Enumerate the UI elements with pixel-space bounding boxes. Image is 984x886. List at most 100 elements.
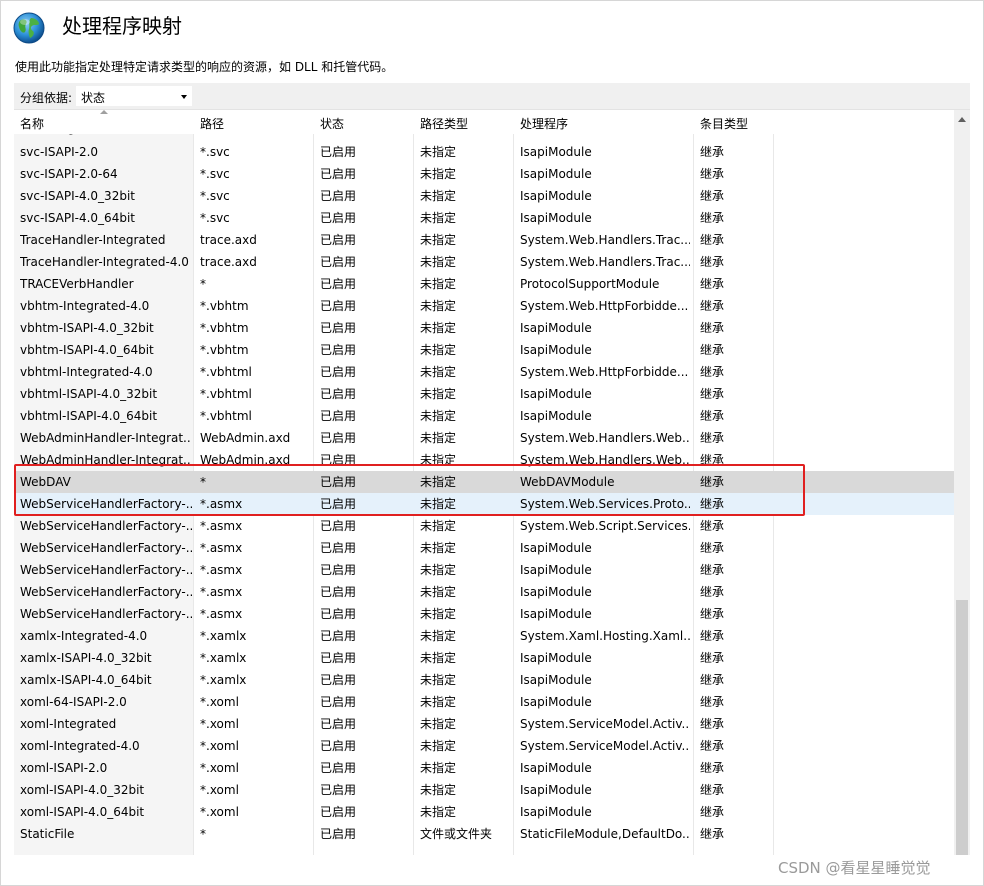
cell-path-type: 未指定 xyxy=(420,607,457,621)
cell-state: 已启用 xyxy=(320,277,357,291)
sort-ascending-icon xyxy=(100,110,108,114)
cell-state: 已启用 xyxy=(320,167,357,181)
table-row[interactable]: xamlx-ISAPI-4.0_32bit *.xamlx 已启用 未指定 IsapiM… xyxy=(14,647,954,669)
table-row[interactable]: svc-ISAPI-4.0_32bit *.svc 已启用 未指定 IsapiModul… xyxy=(14,185,954,207)
table-row[interactable]: svc-ISAPI-2.0 *.svc 已启用 未指定 IsapiModule 继承 xyxy=(14,141,954,163)
cell-name: xoml-Integrated-4.0 xyxy=(20,739,140,753)
cell-name: TRACEVerbHandler xyxy=(20,277,134,291)
cell-path-type: 未指定 xyxy=(420,233,457,247)
cell-path-type: 未指定 xyxy=(420,321,457,335)
cell-name: xoml-Integrated xyxy=(20,717,117,731)
table-row[interactable]: TraceHandler-Integrated-4.0 trace.axd 已启用 未… xyxy=(14,251,954,273)
table-row[interactable]: StaticFile * 已启用 文件或文件夹 StaticFileModule,Def… xyxy=(14,823,954,845)
cell-path: trace.axd xyxy=(200,255,257,269)
cell-path-type: 未指定 xyxy=(420,277,457,291)
table-row[interactable]: WebAdminHandler-Integrat... WebAdmin.axd 已… xyxy=(14,427,954,449)
cell-path: *.xoml xyxy=(200,761,239,775)
cell-path: *.asmx xyxy=(200,585,243,599)
cell-path: *.xoml xyxy=(200,739,239,753)
table-row[interactable]: xamlx-Integrated-4.0 *.xamlx 已启用 未指定 System.… xyxy=(14,625,954,647)
table-row[interactable]: vbhtm-Integrated-4.0 *.vbhtm 已启用 未指定 System.… xyxy=(14,295,954,317)
cell-handler: System.Web.Handlers.Trac... xyxy=(520,233,690,247)
cell-handler: IsapiModule xyxy=(520,695,592,709)
cell-path-type: 未指定 xyxy=(420,431,457,445)
scroll-thumb[interactable] xyxy=(956,600,968,855)
table-row[interactable]: xoml-Integrated-4.0 *.xoml 已启用 未指定 System.Se… xyxy=(14,735,954,757)
watermark: CSDN @看星星睡觉觉 xyxy=(778,859,931,877)
cell-path-type: 未指定 xyxy=(420,365,457,379)
cell-name: svc-ISAPI-4.0_32bit xyxy=(20,189,135,203)
table-row[interactable]: svc-ISAPI-4.0_64bit *.svc 已启用 未指定 IsapiModul… xyxy=(14,207,954,229)
cell-path-type: 未指定 xyxy=(420,343,457,357)
table-row[interactable]: xoml-Integrated *.xoml 已启用 未指定 System.Servic… xyxy=(14,713,954,735)
table-row[interactable]: vbhtm-ISAPI-4.0_64bit *.vbhtm 已启用 未指定 IsapiM… xyxy=(14,339,954,361)
table-row[interactable]: vbhtml-ISAPI-4.0_32bit *.vbhtml 已启用 未指定 Isap… xyxy=(14,383,954,405)
column-header-handler[interactable]: 处理程序 xyxy=(520,115,568,132)
cell-state: 已启用 xyxy=(320,365,357,379)
table-row[interactable]: TRACEVerbHandler * 已启用 未指定 ProtocolSupportMo… xyxy=(14,273,954,295)
cell-path-type: 未指定 xyxy=(420,717,457,731)
cell-entry-type: 继承 xyxy=(700,805,725,819)
cell-name: TraceHandler-Integrated-4.0 xyxy=(20,255,189,269)
table-row[interactable]: vbhtm-ISAPI-4.0_32bit *.vbhtm 已启用 未指定 IsapiM… xyxy=(14,317,954,339)
cell-entry-type: 继承 xyxy=(700,585,725,599)
table-row[interactable]: xoml-64-ISAPI-2.0 *.xoml 已启用 未指定 IsapiModule… xyxy=(14,691,954,713)
table-row[interactable]: xoml-ISAPI-4.0_32bit *.xoml 已启用 未指定 IsapiMod… xyxy=(14,779,954,801)
cell-name: WebServiceHandlerFactory-... xyxy=(20,585,192,599)
cell-entry-type: 继承 xyxy=(700,321,725,335)
cell-name: WebServiceHandlerFactory-... xyxy=(20,563,192,577)
cell-state: 已启用 xyxy=(320,563,357,577)
page-title: 处理程序映射 xyxy=(62,14,182,38)
column-header-entry-type[interactable]: 条目类型 xyxy=(700,115,748,132)
cell-name: svc-ISAPI-2.0-64 xyxy=(20,167,118,181)
vertical-scrollbar[interactable] xyxy=(954,110,970,855)
cell-entry-type: 继承 xyxy=(700,541,725,555)
cell-path: *.asmx xyxy=(200,607,243,621)
table-row[interactable]: vbhtml-ISAPI-4.0_64bit *.vbhtml 已启用 未指定 Isap… xyxy=(14,405,954,427)
table-row[interactable]: WebServiceHandlerFactory-... *.asmx 已启用 未指定… xyxy=(14,537,954,559)
cell-path: *.xoml xyxy=(200,717,239,731)
cell-name: WebServiceHandlerFactory-... xyxy=(20,519,192,533)
cell-name: xamlx-Integrated-4.0 xyxy=(20,629,148,643)
cell-path: *.vbhtml xyxy=(200,409,252,423)
cell-name: vbhtml-Integrated-4.0 xyxy=(20,365,153,379)
cell-entry-type: 继承 xyxy=(700,695,725,709)
cell-entry-type: 继承 xyxy=(700,717,725,731)
cell-state: 已启用 xyxy=(320,233,357,247)
cell-path-type: 未指定 xyxy=(420,739,457,753)
column-header-path-type[interactable]: 路径类型 xyxy=(420,115,468,132)
cell-entry-type: 继承 xyxy=(700,519,725,533)
column-header-name[interactable]: 名称 xyxy=(20,115,44,132)
group-by-select[interactable]: 状态 xyxy=(76,86,192,106)
table-row[interactable]: WebServiceHandlerFactory-... *.asmx 已启用 未指定… xyxy=(14,559,954,581)
cell-name: xoml-ISAPI-4.0_32bit xyxy=(20,783,145,797)
table-row[interactable]: xoml-ISAPI-2.0 *.xoml 已启用 未指定 IsapiModule 继承 xyxy=(14,757,954,779)
table-row[interactable]: TraceHandler-Integrated trace.axd 已启用 未指定 Sy… xyxy=(14,229,954,251)
cell-handler: IsapiModule xyxy=(520,783,592,797)
table-row[interactable]: WebServiceHandlerFactory-... *.asmx 已启用 未指定… xyxy=(14,515,954,537)
cell-state: 已启用 xyxy=(320,189,357,203)
column-header-path[interactable]: 路径 xyxy=(200,115,224,132)
table-row[interactable]: WebServiceHandlerFactory-... *.asmx 已启用 未指定… xyxy=(14,603,954,625)
cell-state: 已启用 xyxy=(320,321,357,335)
cell-entry-type: 继承 xyxy=(700,761,725,775)
cell-name: xoml-ISAPI-2.0 xyxy=(20,761,108,775)
table-row[interactable]: svc-ISAPI-2.0-64 *.svc 已启用 未指定 IsapiModule 继承 xyxy=(14,163,954,185)
cell-path-type: 未指定 xyxy=(420,255,457,269)
table-row[interactable]: WebServiceHandlerFactory-... *.asmx 已启用 未指定… xyxy=(14,581,954,603)
column-header-state[interactable]: 状态 xyxy=(320,115,344,132)
cell-state: 已启用 xyxy=(320,145,357,159)
cell-state: 已启用 xyxy=(320,761,357,775)
cell-path-type: 未指定 xyxy=(420,299,457,313)
scroll-up-button[interactable] xyxy=(954,110,970,128)
cell-handler: System.Web.Script.Services... xyxy=(520,519,690,533)
table-row[interactable]: xamlx-ISAPI-4.0_64bit *.xamlx 已启用 未指定 IsapiM… xyxy=(14,669,954,691)
cell-handler: IsapiModule xyxy=(520,607,592,621)
cell-path-type: 文件或文件夹 xyxy=(420,827,493,841)
table-row[interactable]: xoml-ISAPI-4.0_64bit *.xoml 已启用 未指定 IsapiMod… xyxy=(14,801,954,823)
cell-path: *.asmx xyxy=(200,519,243,533)
cell-entry-type: 继承 xyxy=(700,145,725,159)
table-row[interactable]: vbhtml-Integrated-4.0 *.vbhtml 已启用 未指定 Syste… xyxy=(14,361,954,383)
cell-name: StaticFile xyxy=(20,827,75,841)
cell-path-type: 未指定 xyxy=(420,805,457,819)
